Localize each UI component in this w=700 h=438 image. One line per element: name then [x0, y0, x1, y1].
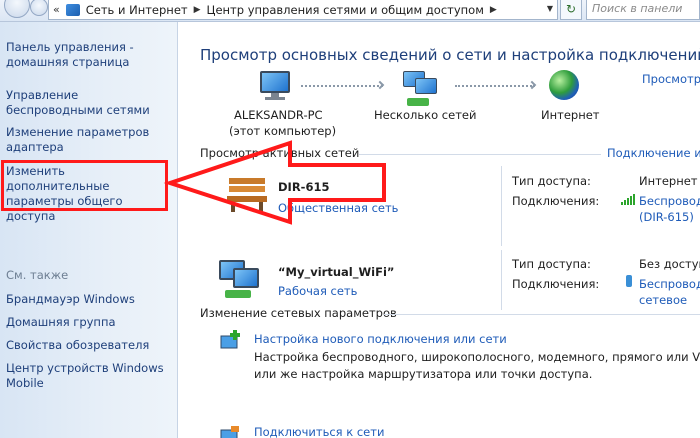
wifi-signal-icon — [621, 194, 635, 205]
sidebar-link-mobile-center[interactable]: Центр устройств Windows Mobile — [6, 361, 171, 391]
globe-icon[interactable] — [549, 70, 579, 100]
computer-note: (этот компьютер) — [229, 124, 337, 138]
chevron-right-icon — [527, 80, 537, 90]
chevron-right-icon[interactable]: ▶ — [490, 5, 497, 15]
back-button[interactable] — [4, 0, 30, 18]
divider — [359, 154, 601, 155]
connection-link-detail[interactable]: (DIR-615) — [639, 210, 694, 224]
highlight-box — [1, 160, 168, 211]
connect-network-icon — [220, 426, 239, 438]
divider — [501, 166, 502, 246]
breadcrumb-overflow-icon[interactable]: « — [53, 3, 60, 16]
multiple-networks-label: Несколько сетей — [374, 108, 477, 122]
divider — [501, 250, 502, 310]
main-panel: Просмотр основных сведений о сети и наст… — [179, 22, 700, 438]
chevron-right-icon — [375, 80, 385, 90]
connections-label: Подключения: — [512, 277, 600, 291]
page-title: Просмотр основных сведений о сети и наст… — [200, 46, 700, 64]
view-full-map-link[interactable]: Просмотр — [642, 72, 700, 86]
new-connection-desc-2: или же настройка маршрутизатора или точк… — [254, 367, 593, 381]
map-connector — [455, 85, 535, 87]
public-network-bench-icon[interactable] — [225, 174, 269, 214]
breadcrumb[interactable]: « Сеть и Интернет ▶ Центр управления сет… — [48, 0, 558, 20]
connection-link[interactable]: Беспроводно — [639, 277, 700, 291]
divider — [384, 314, 700, 315]
sidebar-link-internet-options[interactable]: Свойства обозревателя — [6, 338, 171, 353]
sidebar-link-homegroup[interactable]: Домашняя группа — [6, 315, 171, 330]
chevron-down-icon[interactable]: ▼ — [547, 4, 553, 13]
access-type-label: Тип доступа: — [512, 174, 591, 188]
new-connection-icon — [220, 330, 240, 349]
sidebar-link-adapter[interactable]: Изменение параметров адаптера — [6, 125, 171, 155]
access-type-value: Без доступа — [639, 257, 700, 271]
internet-label: Интернет — [541, 108, 600, 122]
network-type-link[interactable]: Общественная сеть — [278, 201, 398, 215]
new-connection-desc: Настройка беспроводного, широкополосного… — [254, 350, 700, 364]
computer-name: ALEKSANDR-PC — [234, 108, 323, 122]
connect-network-link[interactable]: Подключиться к сети — [254, 425, 384, 438]
connect-link[interactable]: Подключение или — [607, 146, 700, 160]
see-also-heading: См. также — [6, 268, 69, 282]
new-connection-link[interactable]: Настройка нового подключения или сети — [254, 332, 507, 346]
forward-button[interactable] — [30, 0, 48, 16]
access-type-value: Интернет — [639, 174, 698, 188]
sidebar-link-home[interactable]: Панель управления - домашняя страница — [6, 40, 171, 70]
sidebar-link-firewall[interactable]: Брандмауэр Windows — [6, 292, 171, 307]
network-name: DIR-615 — [278, 180, 330, 194]
address-bar: « Сеть и Интернет ▶ Центр управления сет… — [0, 0, 700, 22]
adapter-icon — [626, 275, 632, 287]
search-input[interactable]: Поиск в панели — [586, 0, 700, 20]
breadcrumb-item-network-center[interactable]: Центр управления сетями и общим доступом — [207, 3, 484, 17]
network-type-link[interactable]: Рабочая сеть — [278, 284, 357, 298]
chevron-right-icon[interactable]: ▶ — [194, 5, 201, 15]
breadcrumb-item-network-internet[interactable]: Сеть и Интернет — [86, 3, 188, 17]
sidebar-link-wireless[interactable]: Управление беспроводными сетями — [6, 88, 171, 118]
connection-link[interactable]: Беспроводно — [639, 194, 700, 208]
map-connector — [301, 85, 383, 87]
connection-link-detail[interactable]: сетевое — [639, 293, 687, 307]
network-center-icon — [65, 3, 80, 16]
network-name: “My_virtual_WiFi” — [278, 265, 395, 279]
refresh-button[interactable]: ↻ — [560, 0, 582, 20]
active-networks-heading: Просмотр активных сетей — [200, 146, 360, 160]
connections-label: Подключения: — [512, 194, 600, 208]
sidebar: Панель управления - домашняя страница Уп… — [0, 22, 178, 438]
change-settings-heading: Изменение сетевых параметров — [200, 306, 397, 320]
access-type-label: Тип доступа: — [512, 257, 591, 271]
